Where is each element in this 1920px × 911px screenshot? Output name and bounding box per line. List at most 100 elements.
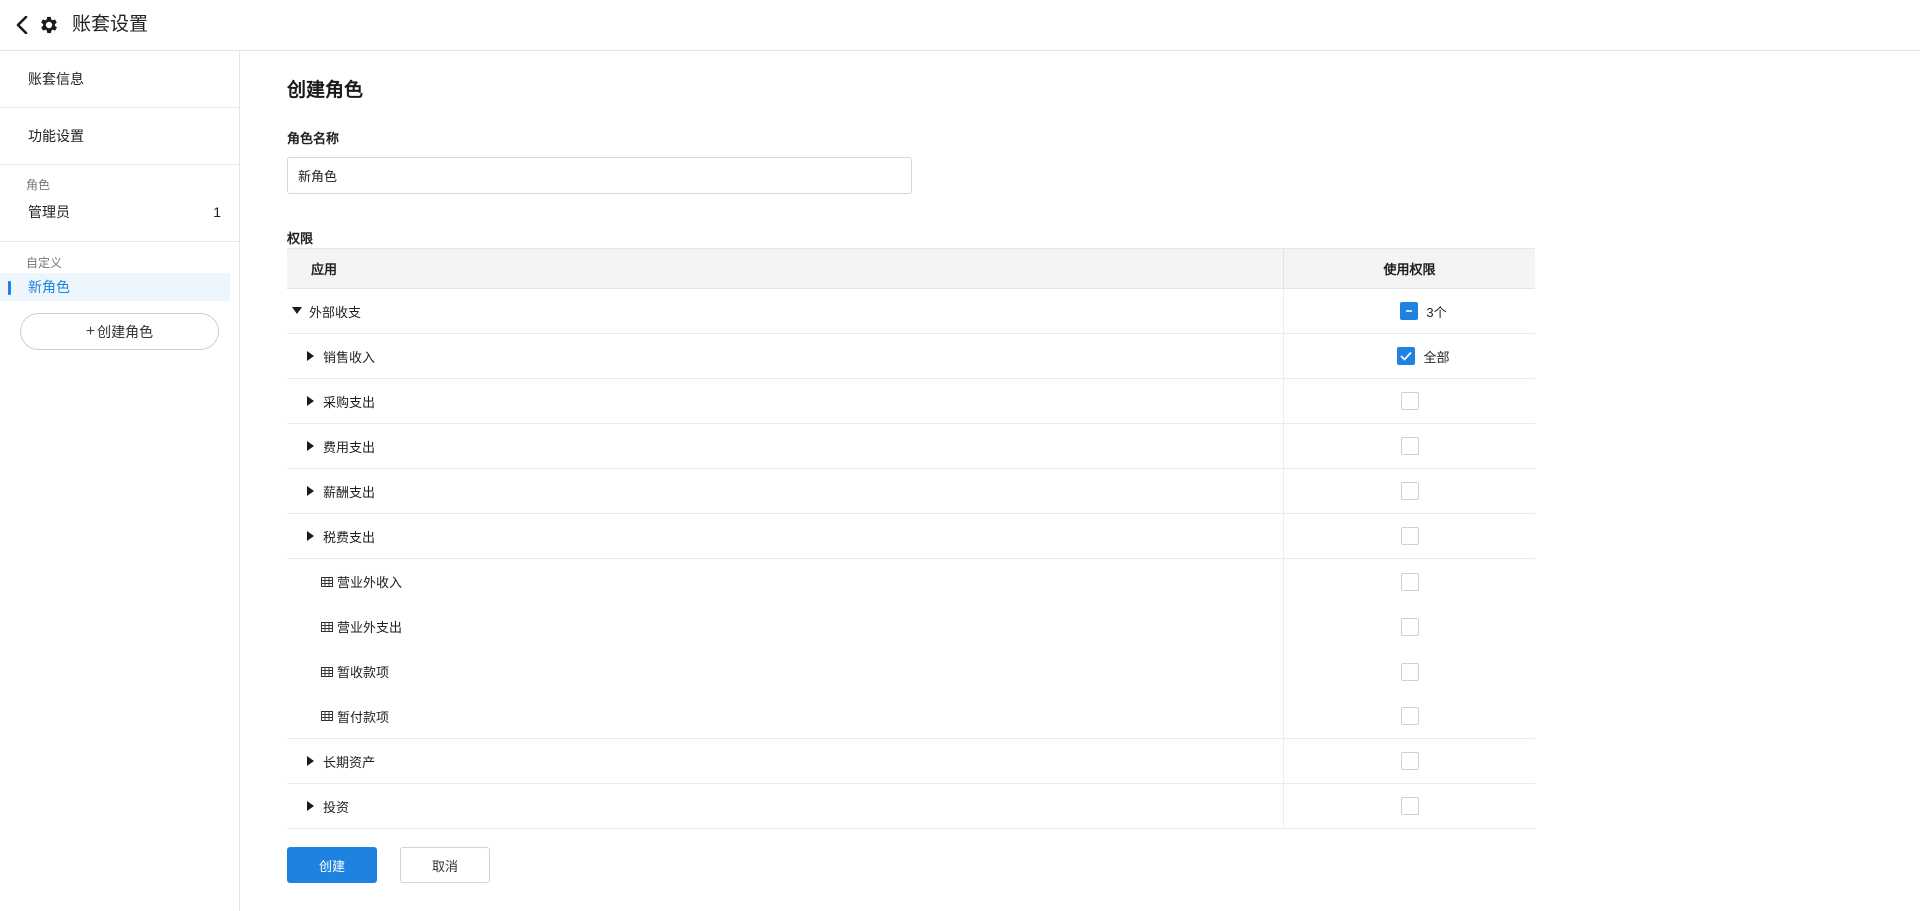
permission-checkbox[interactable]	[1397, 347, 1416, 365]
create-button[interactable]: 创建	[287, 847, 377, 883]
permission-checkbox[interactable]	[1400, 617, 1419, 636]
row-app-cell: 投资	[287, 784, 1284, 828]
row-label: 薪酬支出	[323, 484, 376, 500]
table-row: 税费支出	[287, 514, 1535, 559]
row-app-cell: 税费支出	[287, 514, 1284, 558]
main-content: 创建角色 角色名称 权限 应用 使用权限 外部收支 3个 销	[240, 51, 1920, 911]
row-label: 销售收入	[323, 349, 376, 365]
permission-checkbox[interactable]	[1400, 797, 1419, 815]
table-row: 暂付款项	[287, 694, 1535, 739]
permissions-table: 应用 使用权限 外部收支 3个 销售收入 全部 采购支出 费用支出 薪酬支出 税…	[287, 248, 1535, 829]
row-perm-cell: 3个	[1284, 289, 1535, 333]
caret-right-icon[interactable]	[305, 485, 317, 497]
table-row: 营业外收入	[287, 559, 1535, 604]
permission-checkbox[interactable]	[1400, 572, 1419, 591]
row-perm-cell	[1284, 424, 1535, 468]
caret-right-icon[interactable]	[305, 350, 317, 362]
row-perm-cell	[1284, 784, 1535, 828]
role-name-input[interactable]	[287, 157, 912, 194]
app-title: 账套设置	[72, 14, 149, 35]
permission-checkbox[interactable]	[1400, 707, 1419, 725]
permission-checkbox[interactable]	[1400, 302, 1419, 320]
divider	[0, 241, 239, 242]
caret-right-icon[interactable]	[305, 530, 317, 542]
table-icon	[321, 666, 333, 677]
row-app-cell: 外部收支	[287, 289, 1284, 333]
caret-right-icon[interactable]	[305, 800, 317, 812]
row-label: 暂收款项	[337, 665, 390, 680]
permissions-label: 权限	[287, 231, 314, 246]
row-label: 长期资产	[323, 754, 376, 770]
caret-right-icon[interactable]	[305, 755, 317, 767]
permission-checkbox[interactable]	[1400, 392, 1419, 410]
table-row: 长期资产	[287, 739, 1535, 784]
caret-down-icon[interactable]	[291, 305, 303, 317]
table-icon	[321, 621, 333, 632]
table-header: 应用 使用权限	[287, 248, 1535, 289]
sidebar-item-label: 账套信息	[28, 71, 84, 87]
chevron-left-icon	[16, 16, 28, 34]
sidebar-item-label: 功能设置	[28, 128, 84, 144]
row-label: 费用支出	[323, 439, 376, 455]
role-label: 新角色	[28, 279, 70, 295]
row-perm-cell	[1284, 739, 1535, 783]
row-label: 营业外收入	[337, 575, 403, 590]
row-label: 营业外支出	[337, 620, 403, 635]
row-app-cell: 暂收款项	[287, 649, 1284, 694]
row-app-cell: 薪酬支出	[287, 469, 1284, 513]
table-row: 采购支出	[287, 379, 1535, 424]
row-perm-cell	[1284, 469, 1535, 513]
permission-checkbox[interactable]	[1400, 437, 1419, 455]
sidebar-item-function-settings[interactable]: 功能设置	[0, 108, 239, 165]
row-app-cell: 采购支出	[287, 379, 1284, 423]
row-app-cell: 长期资产	[287, 739, 1284, 783]
minus-icon	[1406, 310, 1413, 312]
custom-section-label: 自定义	[26, 256, 63, 270]
sidebar-role-admin[interactable]: 管理员 1	[0, 198, 239, 226]
column-header-app: 应用	[287, 249, 1284, 288]
page-title: 创建角色	[287, 80, 364, 101]
permission-checkbox[interactable]	[1400, 527, 1419, 545]
column-header-permission: 使用权限	[1383, 262, 1436, 277]
top-bar: 账套设置	[0, 0, 1920, 51]
row-label: 税费支出	[323, 529, 376, 545]
row-perm-cell	[1284, 604, 1535, 649]
permission-count: 3个	[1426, 304, 1447, 320]
gear-icon	[41, 16, 57, 34]
cancel-button[interactable]: 取消	[400, 847, 490, 883]
table-row: 投资	[287, 784, 1535, 829]
permission-checkbox[interactable]	[1400, 662, 1419, 681]
sidebar-role-new[interactable]: 新角色	[0, 273, 230, 301]
permission-checkbox[interactable]	[1400, 482, 1419, 500]
permission-scope: 全部	[1423, 349, 1450, 365]
table-row: 销售收入 全部	[287, 334, 1535, 379]
row-app-cell: 费用支出	[287, 424, 1284, 468]
caret-right-icon[interactable]	[305, 395, 317, 407]
table-icon	[321, 711, 333, 721]
check-icon	[1400, 351, 1413, 361]
table-row: 营业外支出	[287, 604, 1535, 649]
table-icon	[321, 576, 333, 587]
table-row: 费用支出	[287, 424, 1535, 469]
row-perm-cell	[1284, 649, 1535, 694]
create-role-button[interactable]: + 创建角色	[20, 313, 219, 350]
role-label: 管理员	[28, 204, 70, 220]
permission-checkbox[interactable]	[1400, 752, 1419, 770]
plus-icon: +	[85, 322, 96, 340]
sidebar: 账套信息 功能设置 角色 管理员 1 自定义 新角色 + 创建角色	[0, 51, 240, 911]
back-button[interactable]	[12, 13, 32, 37]
row-app-cell: 销售收入	[287, 334, 1284, 378]
row-perm-cell	[1284, 694, 1535, 738]
row-app-cell: 营业外支出	[287, 604, 1284, 649]
sidebar-item-account-info[interactable]: 账套信息	[0, 51, 239, 108]
row-label: 采购支出	[323, 394, 376, 410]
row-label: 外部收支	[309, 304, 362, 320]
row-perm-cell	[1284, 379, 1535, 423]
row-perm-cell	[1284, 559, 1535, 604]
row-label: 暂付款项	[337, 709, 390, 725]
row-perm-cell: 全部	[1284, 334, 1535, 378]
table-row: 薪酬支出	[287, 469, 1535, 514]
row-app-cell: 营业外收入	[287, 559, 1284, 604]
table-row: 暂收款项	[287, 649, 1535, 694]
caret-right-icon[interactable]	[305, 440, 317, 452]
